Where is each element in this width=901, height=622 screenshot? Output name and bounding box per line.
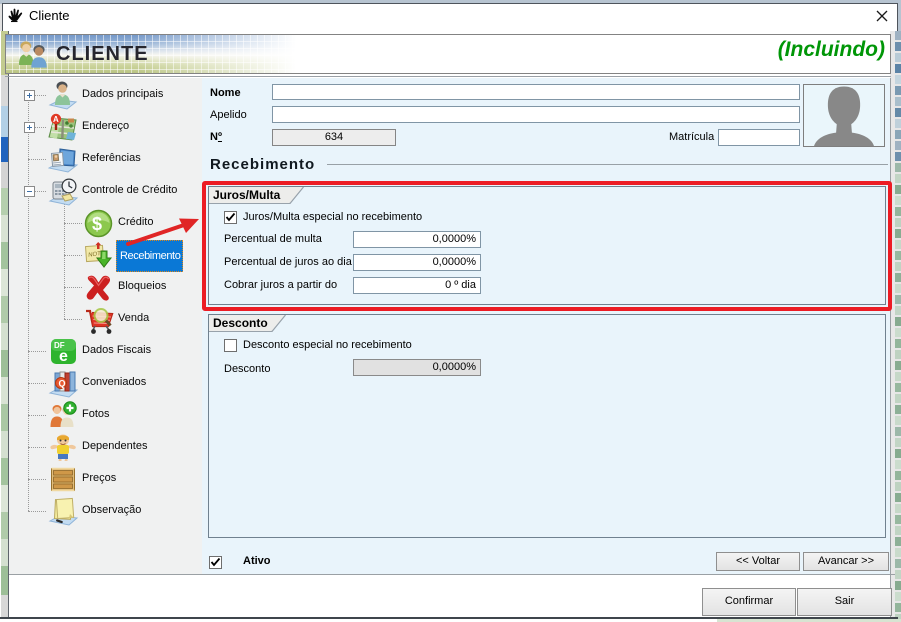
svg-text:Q: Q (59, 379, 66, 389)
svg-text:A: A (53, 115, 59, 124)
svg-text:e: e (59, 348, 68, 365)
svg-text:$: $ (92, 214, 102, 234)
